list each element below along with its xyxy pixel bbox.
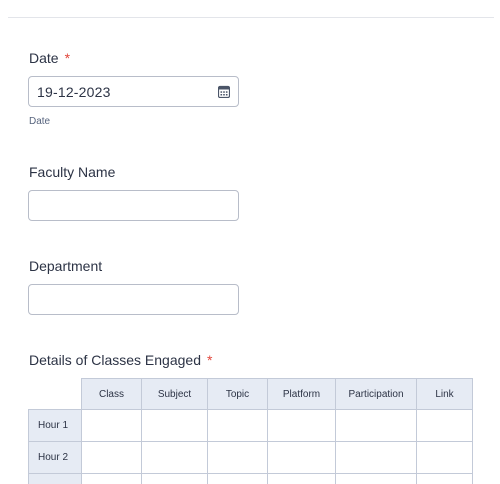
column-header: Topic bbox=[207, 378, 268, 410]
grid-cell-input[interactable] bbox=[141, 473, 208, 484]
section-divider bbox=[8, 17, 494, 18]
grid-cell-input[interactable] bbox=[416, 473, 473, 484]
grid-cell-input[interactable] bbox=[335, 409, 417, 442]
row-header: Hour 2 bbox=[28, 441, 82, 474]
required-asterisk: * bbox=[207, 352, 213, 368]
table-row bbox=[28, 473, 473, 484]
classes-grid: Class Subject Topic Platform Participati… bbox=[28, 378, 473, 484]
department-input[interactable] bbox=[28, 284, 239, 315]
column-header: Participation bbox=[335, 378, 417, 410]
grid-cell-input[interactable] bbox=[207, 409, 268, 442]
column-header: Subject bbox=[141, 378, 208, 410]
row-header bbox=[28, 473, 82, 484]
grid-cell-input[interactable] bbox=[81, 409, 142, 442]
grid-cell-input[interactable] bbox=[416, 409, 473, 442]
classes-label: Details of Classes Engaged * bbox=[29, 352, 213, 368]
grid-cell-input[interactable] bbox=[267, 409, 336, 442]
grid-cell-input[interactable] bbox=[141, 441, 208, 474]
date-value: 19-12-2023 bbox=[37, 84, 111, 100]
date-field[interactable]: 19-12-2023 bbox=[28, 76, 239, 107]
table-row: Hour 2 bbox=[28, 441, 473, 474]
table-row: Hour 1 bbox=[28, 409, 473, 442]
grid-cell-input[interactable] bbox=[81, 441, 142, 474]
grid-corner-cell bbox=[28, 378, 82, 410]
grid-cell-input[interactable] bbox=[207, 441, 268, 474]
row-header: Hour 1 bbox=[28, 409, 82, 442]
grid-header-row: Class Subject Topic Platform Participati… bbox=[28, 378, 473, 410]
required-asterisk: * bbox=[64, 50, 71, 66]
calendar-icon[interactable] bbox=[218, 85, 230, 98]
grid-cell-input[interactable] bbox=[81, 473, 142, 484]
column-header: Platform bbox=[267, 378, 336, 410]
column-header: Link bbox=[416, 378, 473, 410]
date-label: Date * bbox=[29, 50, 71, 66]
grid-cell-input[interactable] bbox=[267, 441, 336, 474]
faculty-name-label: Faculty Name bbox=[29, 164, 116, 180]
date-sublabel: Date bbox=[29, 116, 51, 127]
department-label: Department bbox=[29, 258, 103, 274]
column-header: Class bbox=[81, 378, 142, 410]
grid-cell-input[interactable] bbox=[207, 473, 268, 484]
grid-cell-input[interactable] bbox=[416, 441, 473, 474]
grid-cell-input[interactable] bbox=[141, 409, 208, 442]
faculty-name-input[interactable] bbox=[28, 190, 239, 221]
grid-cell-input[interactable] bbox=[335, 473, 417, 484]
grid-cell-input[interactable] bbox=[335, 441, 417, 474]
grid-cell-input[interactable] bbox=[267, 473, 336, 484]
